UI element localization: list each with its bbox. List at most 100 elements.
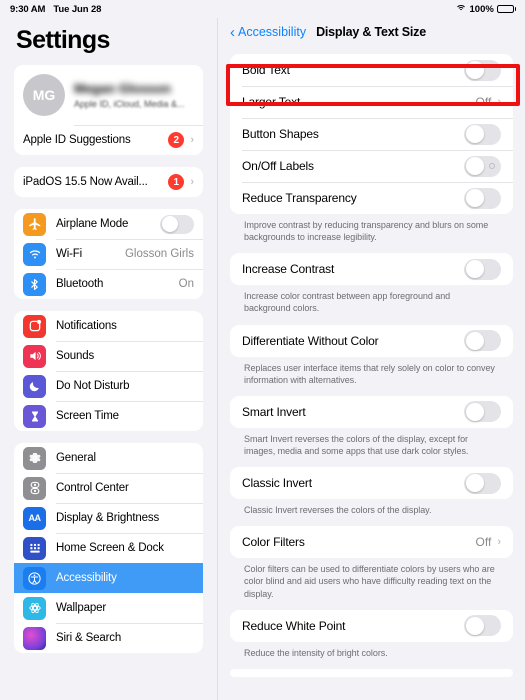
chevron-left-icon: ‹ [230,23,235,41]
moon-icon [23,374,46,398]
setting-row-button-shapes[interactable]: Button Shapes [230,118,513,150]
setting-label: Reduce White Point [242,618,346,633]
home-screen-dock-icon [23,536,46,560]
smart-invert-toggle[interactable] [464,401,501,423]
wallpaper-icon [23,596,46,620]
section-footer: Replaces user interface items that rely … [244,362,495,385]
wifi-network-name: Glosson Girls [124,248,194,260]
sidebar-item-do-not-disturb[interactable]: Do Not Disturb [14,371,203,401]
classic-invert-card: Classic Invert [230,467,513,500]
settings-list[interactable]: Bold Text Larger Text Off › Button Shape… [218,46,525,700]
sidebar-item-general[interactable]: General [14,443,203,473]
sidebar-item-label: Screen Time [56,410,119,422]
sidebar-item-screen-time[interactable]: Screen Time [14,401,203,431]
section-footer: Smart Invert reverses the colors of the … [244,433,469,456]
smart-invert-card: Smart Invert [230,395,513,428]
section-footer: Improve contrast by reducing transparenc… [244,220,489,243]
sidebar-item-label: Bluetooth [56,278,104,290]
siri-icon [23,626,46,650]
ipad-settings-screen: 9:30 AM Tue Jun 28 100% Settings MG Mega… [0,0,525,700]
sidebar-item-control-center[interactable]: Control Center [14,473,203,503]
sidebar-item-display-brightness[interactable]: AA Display & Brightness [14,503,203,533]
button-shapes-toggle[interactable] [464,123,501,145]
differentiate-without-color-toggle[interactable] [464,330,501,352]
status-badge: 2 [168,132,185,148]
sidebar-item-home-screen-dock[interactable]: Home Screen & Dock [14,533,203,563]
section-footer: Increase color contrast between app fore… [244,291,451,314]
notifications-icon [23,314,46,338]
setting-row-color-filters[interactable]: Color Filters Off › [230,526,513,558]
setting-row-reduce-white-point[interactable]: Reduce White Point [230,610,513,642]
display-brightness-icon: AA [23,506,46,530]
sidebar-item-label: Home Screen & Dock [56,542,164,554]
setting-value: Off [475,95,492,109]
bluetooth-state: On [178,278,194,290]
sidebar-item-label: Control Center [56,482,129,494]
sidebar-item-accessibility[interactable]: Accessibility [14,563,203,593]
status-bar-time: 9:30 AM [10,3,46,15]
sidebar-item-label: Wallpaper [56,602,106,614]
setting-row-differentiate-without-color[interactable]: Differentiate Without Color [230,325,513,357]
text-settings-card: Bold Text Larger Text Off › Button Shape… [230,54,513,214]
sidebar-item-apple-id-suggestions[interactable]: Apple ID Suggestions 2 › [14,125,203,155]
sidebar-item-label: General [56,452,96,464]
apple-id-suggestions-label: Apple ID Suggestions [23,134,131,146]
sidebar-item-label: Accessibility [56,572,117,584]
bluetooth-icon [23,272,46,296]
chevron-right-icon: › [190,176,194,188]
avatar: MG [23,74,65,116]
setting-value: Off [475,535,492,550]
setting-label: Increase Contrast [242,262,335,277]
sidebar-item-sounds[interactable]: Sounds [14,341,203,371]
setting-row-reduce-transparency[interactable]: Reduce Transparency [230,182,513,214]
sidebar-item-wallpaper[interactable]: Wallpaper [14,593,203,623]
sidebar-item-ipados-update[interactable]: iPadOS 15.5 Now Avail... 1 › [14,167,203,197]
chevron-right-icon: › [497,96,501,108]
apple-account-row[interactable]: MG Megan Glosson Apple ID, iCloud, Media… [14,65,203,125]
battery-full-icon [496,4,516,14]
sidebar-item-wifi[interactable]: Wi-Fi Glosson Girls [14,239,203,269]
status-bar-date: Tue Jun 28 [53,3,102,15]
accessibility-icon [23,566,46,590]
airplane-mode-toggle[interactable] [160,214,194,234]
sidebar-item-label: Siri & Search [56,632,122,644]
setting-row-bold-text[interactable]: Bold Text [230,54,513,86]
status-bar: 9:30 AM Tue Jun 28 100% [0,0,525,18]
reduce-transparency-toggle[interactable] [464,187,501,209]
differentiate-without-color-card: Differentiate Without Color [230,324,513,357]
setting-label: Button Shapes [242,127,319,141]
sidebar-item-airplane-mode[interactable]: Airplane Mode [14,209,203,239]
notifications-group: Notifications Sounds Do Not Disturb Scre… [14,311,203,431]
gear-icon [23,446,46,470]
control-center-icon [23,476,46,500]
reduce-white-point-toggle[interactable] [464,615,501,637]
sidebar-item-label: Airplane Mode [56,218,129,230]
setting-row-on-off-labels[interactable]: On/Off Labels [230,150,513,182]
bold-text-toggle[interactable] [464,59,501,81]
increase-contrast-toggle[interactable] [464,258,501,280]
on-off-labels-toggle[interactable] [464,155,501,177]
back-button[interactable]: ‹ Accessibility [230,25,306,40]
account-group: MG Megan Glosson Apple ID, iCloud, Media… [14,65,203,155]
wifi-icon [455,4,467,14]
sidebar-item-notifications[interactable]: Notifications [14,311,203,341]
airplane-icon [23,212,46,236]
setting-row-increase-contrast[interactable]: Increase Contrast [230,253,513,285]
setting-label: Smart Invert [242,404,306,419]
section-footer: Reduce the intensity of bright colors. [244,647,388,658]
battery-percent-label: 100% [469,3,494,15]
sidebar-item-label: Notifications [56,320,117,332]
setting-row-smart-invert[interactable]: Smart Invert [230,396,513,428]
sidebar-item-siri-search[interactable]: Siri & Search [14,623,203,653]
setting-label: On/Off Labels [242,159,314,173]
setting-label: Classic Invert [242,476,312,491]
sidebar-item-label: Wi-Fi [56,248,83,260]
settings-sidebar[interactable]: Settings MG Megan Glosson Apple ID, iClo… [0,18,218,700]
setting-label: Bold Text [242,63,290,77]
detail-title: Display & Text Size [316,25,426,39]
classic-invert-toggle[interactable] [464,472,501,494]
detail-pane: ‹ Accessibility Display & Text Size Bold… [218,18,525,700]
sidebar-item-bluetooth[interactable]: Bluetooth On [14,269,203,299]
setting-row-classic-invert[interactable]: Classic Invert [230,467,513,499]
setting-row-larger-text[interactable]: Larger Text Off › [230,86,513,118]
